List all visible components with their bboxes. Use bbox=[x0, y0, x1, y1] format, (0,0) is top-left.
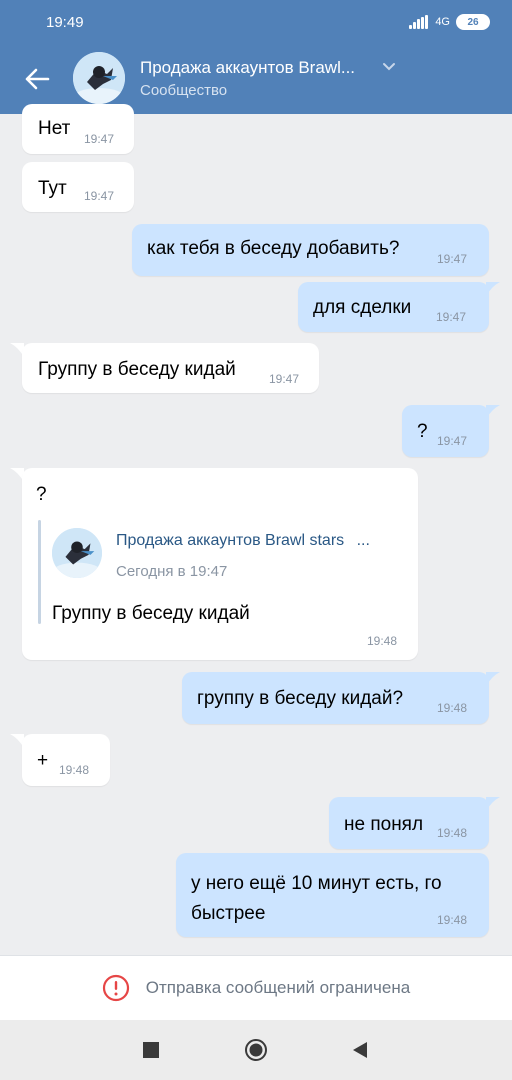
message-bubble-incoming[interactable]: Тут 19:47 bbox=[22, 162, 134, 212]
message-time: 19:47 bbox=[84, 132, 115, 146]
battery-icon: 26 bbox=[456, 14, 490, 30]
message-time: 19:47 bbox=[437, 434, 468, 448]
message-text-line2: быстрее bbox=[191, 903, 266, 924]
reply-author-name: Продажа аккаунтов Brawl stars bbox=[116, 532, 345, 549]
message-text: ? bbox=[36, 484, 47, 505]
recent-apps-button[interactable] bbox=[139, 1038, 163, 1062]
battery-level: 26 bbox=[467, 16, 479, 28]
message-bubble-outgoing[interactable]: как тебя в беседу добавить? 19:47 bbox=[132, 224, 489, 276]
reply-quote-bar bbox=[38, 520, 41, 624]
message-text: + bbox=[37, 750, 49, 771]
title-dropdown[interactable] bbox=[380, 58, 398, 76]
reply-avatar bbox=[52, 528, 102, 578]
message-time: 19:48 bbox=[59, 763, 90, 777]
reply-author[interactable]: Продажа аккаунтов Brawl stars ... bbox=[116, 532, 370, 550]
message-text: Нет bbox=[38, 118, 71, 139]
home-button[interactable] bbox=[244, 1038, 268, 1062]
message-text: как тебя в беседу добавить? bbox=[147, 238, 400, 259]
bubble-tail bbox=[486, 672, 500, 686]
back-arrow-icon bbox=[25, 68, 50, 90]
message-text: ? bbox=[417, 421, 428, 442]
reply-text: Группу в беседу кидай bbox=[52, 603, 250, 624]
reply-date: Сегодня в 19:47 bbox=[116, 563, 228, 580]
bubble-tail bbox=[486, 797, 500, 811]
message-text: Группу в беседу кидай bbox=[38, 359, 236, 380]
message-time: 19:48 bbox=[437, 826, 468, 840]
message-time: 19:48 bbox=[367, 634, 398, 648]
home-icon bbox=[245, 1039, 267, 1061]
message-bubble-incoming[interactable]: + 19:48 bbox=[22, 734, 110, 786]
message-time: 19:48 bbox=[437, 701, 468, 715]
stop-icon bbox=[143, 1042, 159, 1058]
message-time: 19:47 bbox=[84, 189, 115, 203]
message-bubble-outgoing[interactable]: для сделки 19:47 bbox=[298, 282, 489, 332]
status-icons: 4G 26 bbox=[409, 13, 490, 31]
message-text: у него ещё 10 минут есть, го bbox=[191, 873, 442, 894]
chat-title[interactable]: Продажа аккаунтов Brawl... bbox=[140, 58, 355, 78]
back-button[interactable] bbox=[20, 62, 54, 96]
bubble-tail bbox=[486, 282, 500, 296]
message-bubble-outgoing[interactable]: у него ещё 10 минут есть, го быстрее 19:… bbox=[176, 853, 489, 937]
status-bar: 19:49 4G 26 bbox=[0, 0, 512, 46]
system-nav-bar bbox=[0, 1020, 512, 1080]
message-bubble-incoming[interactable]: Группу в беседу кидай 19:47 bbox=[22, 343, 319, 393]
chat-subtitle: Сообщество bbox=[140, 82, 228, 99]
message-text: не понял bbox=[344, 814, 424, 835]
system-back-button[interactable] bbox=[348, 1038, 372, 1062]
message-time: 19:48 bbox=[437, 913, 468, 927]
status-time: 19:49 bbox=[46, 14, 84, 31]
restricted-text: Отправка сообщений ограничена bbox=[145, 978, 411, 997]
message-bubble-outgoing[interactable]: группу в беседу кидай? 19:48 bbox=[182, 672, 489, 724]
message-time: 19:47 bbox=[269, 372, 300, 386]
message-text: Тут bbox=[38, 178, 67, 199]
message-text: для сделки bbox=[313, 297, 412, 318]
chevron-down-icon bbox=[383, 63, 395, 71]
message-bubble-outgoing[interactable]: не понял 19:48 bbox=[329, 797, 489, 849]
message-time: 19:47 bbox=[436, 310, 467, 324]
message-bubble-outgoing[interactable]: ? 19:47 bbox=[402, 405, 489, 457]
back-triangle-icon bbox=[353, 1042, 367, 1058]
bubble-tail bbox=[486, 405, 500, 419]
network-type: 4G bbox=[435, 16, 450, 28]
warning-icon bbox=[102, 974, 129, 1002]
reply-author-ellipsis: ... bbox=[356, 532, 370, 549]
composer-restricted: Отправка сообщений ограничена bbox=[0, 955, 512, 1020]
message-bubble-incoming[interactable]: Нет 19:47 bbox=[22, 104, 134, 154]
chat-avatar[interactable] bbox=[73, 52, 125, 104]
app-header: 19:49 4G 26 Продажа аккаунтов Brawl... С… bbox=[0, 0, 512, 114]
message-time: 19:47 bbox=[437, 252, 468, 266]
signal-icon bbox=[409, 15, 429, 29]
message-text: группу в беседу кидай? bbox=[197, 688, 404, 709]
